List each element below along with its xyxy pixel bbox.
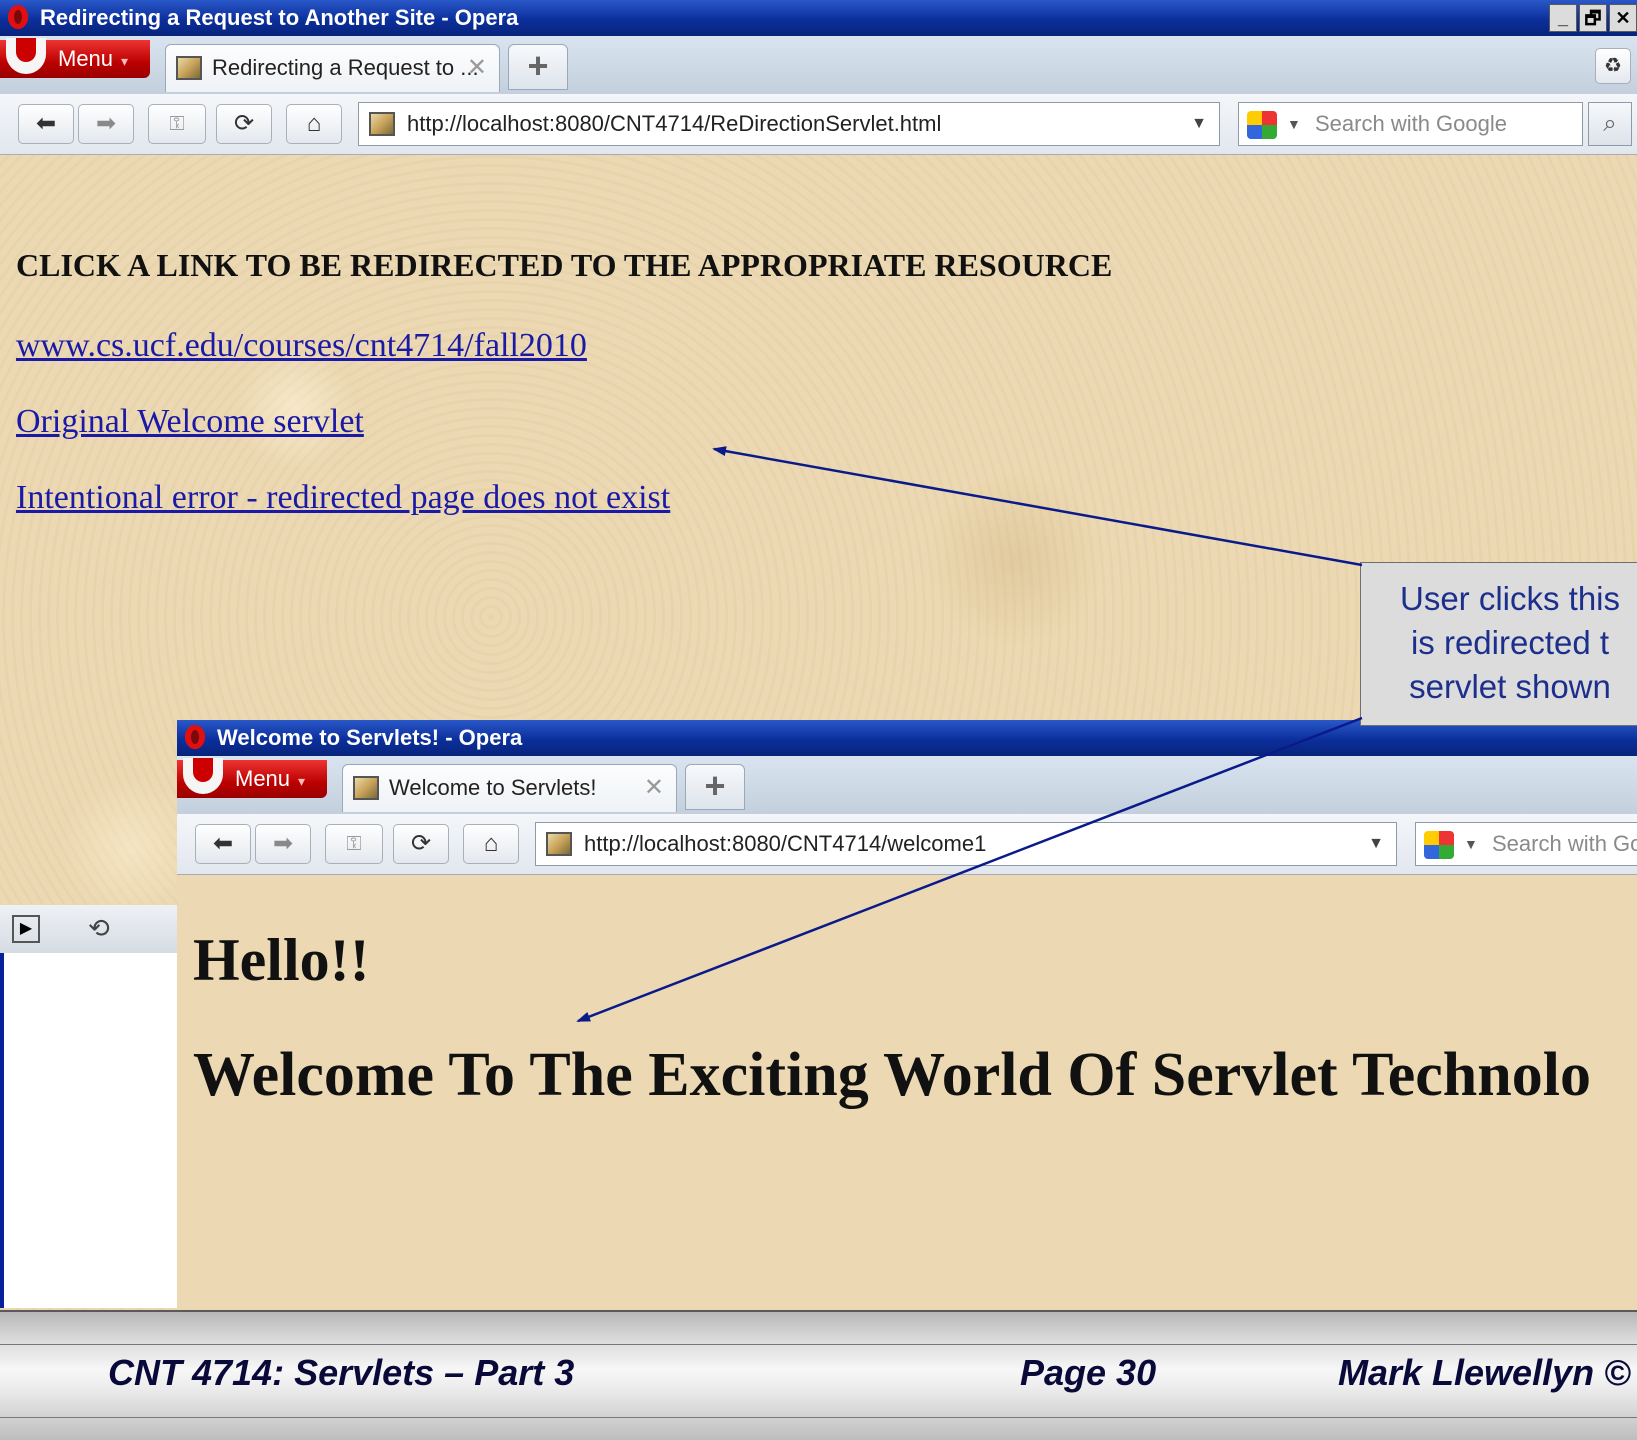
search-field[interactable]: ▼ Search with Go [1415,822,1637,866]
opera-logo-icon [8,5,28,29]
back-button[interactable]: ⬅ [18,104,74,144]
tab-strip: Menu ▾ Redirecting a Request to ... ✕ + ♻ [0,36,1637,95]
key-icon[interactable]: ⚿ [148,104,206,144]
home-button[interactable]: ⌂ [463,824,519,864]
hello-heading: Hello!! [193,927,370,993]
search-placeholder: Search with Google [1315,111,1507,136]
tab-title: Redirecting a Request to ... [212,55,479,80]
page-favicon-icon [369,112,395,136]
annotation-callout: User clicks this is redirected t servlet… [1360,562,1637,726]
search-button[interactable]: ⌕ [1588,102,1632,146]
key-icon[interactable]: ⚿ [325,824,383,864]
footer-page: Page 30 [1020,1352,1157,1393]
window-controls: _ 🗗 ✕ [1549,4,1637,32]
restore-button[interactable]: 🗗 [1579,4,1607,32]
callout-line-3: servlet shown [1409,668,1611,705]
tab-strip: Menu ▾ Welcome to Servlets! ✕ + [177,756,1637,815]
address-text: http://localhost:8080/CNT4714/ReDirectio… [407,111,942,136]
link-ucf-courses[interactable]: www.cs.ucf.edu/courses/cnt4714/fall2010 [16,327,587,365]
menu-label: Menu [235,766,291,791]
close-button[interactable]: ✕ [1609,4,1637,32]
forward-button[interactable]: ➡ [78,104,134,144]
back-button[interactable]: ⬅ [195,824,251,864]
chevron-down-icon: ▾ [298,773,306,789]
reload-button[interactable]: ⟳ [393,824,449,864]
page-favicon-icon [353,776,379,800]
welcome-heading: Welcome To The Exciting World Of Servlet… [193,1041,1591,1109]
home-button[interactable]: ⌂ [286,104,342,144]
footer-author: Mark Llewellyn © [1338,1352,1631,1393]
callout-line-1: User clicks this [1399,580,1621,617]
page-favicon-icon [176,56,202,80]
close-tab-icon[interactable]: ✕ [644,765,664,811]
search-engine-dropdown-icon[interactable]: ▼ [1287,103,1301,145]
opera-menu-button[interactable]: Menu ▾ [177,758,327,798]
callout-line-2: is redirected t [1410,624,1610,661]
menu-label: Menu [58,46,114,71]
forward-button[interactable]: ➡ [255,824,311,864]
new-tab-button[interactable]: + [508,44,568,90]
tab-title: Welcome to Servlets! [389,775,597,800]
link-intentional-error[interactable]: Intentional error - redirected page does… [16,479,670,517]
google-icon[interactable] [1424,831,1454,859]
trash-icon[interactable]: ♻ [1595,48,1631,84]
slide-footer: CNT 4714: Servlets – Part 3 Page 30 Mark… [0,1310,1637,1440]
footer-course: CNT 4714: Servlets – Part 3 [108,1352,575,1393]
tab-redirecting[interactable]: Redirecting a Request to ... ✕ [165,44,500,92]
address-dropdown-icon[interactable]: ▼ [1191,103,1207,145]
opera-menu-button[interactable]: Menu ▾ [0,38,150,78]
panel-toggle-icon[interactable]: ▶ [12,915,40,943]
search-engine-dropdown-icon[interactable]: ▼ [1464,823,1478,865]
obscured-window-body [0,953,178,1308]
navigation-toolbar: ⬅ ➡ ⚿ ⟳ ⌂ http://localhost:8080/CNT4714/… [0,94,1637,155]
close-tab-icon[interactable]: ✕ [467,45,487,91]
chevron-down-icon: ▾ [121,53,129,69]
address-bar[interactable]: http://localhost:8080/CNT4714/ReDirectio… [358,102,1220,146]
page-favicon-icon [546,832,572,856]
link-welcome-servlet[interactable]: Original Welcome servlet [16,403,364,441]
page-heading: CLICK A LINK TO BE REDIRECTED TO THE APP… [16,247,1113,283]
opera-logo-icon [6,38,46,74]
opera-logo-icon [183,758,223,794]
address-text: http://localhost:8080/CNT4714/welcome1 [584,831,987,856]
search-placeholder: Search with Go [1492,831,1637,856]
address-bar[interactable]: http://localhost:8080/CNT4714/welcome1 ▼ [535,822,1397,866]
navigation-toolbar: ⬅ ➡ ⚿ ⟳ ⌂ http://localhost:8080/CNT4714/… [177,814,1637,875]
opera-logo-icon [185,725,205,749]
address-dropdown-icon[interactable]: ▼ [1368,823,1384,865]
window-title: Redirecting a Request to Another Site - … [40,5,519,30]
search-field[interactable]: ▼ Search with Google [1238,102,1583,146]
google-icon[interactable] [1247,111,1277,139]
window-title: Welcome to Servlets! - Opera [217,725,523,750]
new-tab-button[interactable]: + [685,764,745,810]
window-title-bar: Redirecting a Request to Another Site - … [0,0,1637,36]
welcome-window: Welcome to Servlets! - Opera Menu ▾ Welco… [177,720,1637,1310]
tab-welcome[interactable]: Welcome to Servlets! ✕ [342,764,677,812]
sync-icon[interactable]: ⟲ [88,913,110,944]
obscured-window-toolbar: ▶ ⟲ [0,905,180,954]
reload-button[interactable]: ⟳ [216,104,272,144]
minimize-button[interactable]: _ [1549,4,1577,32]
